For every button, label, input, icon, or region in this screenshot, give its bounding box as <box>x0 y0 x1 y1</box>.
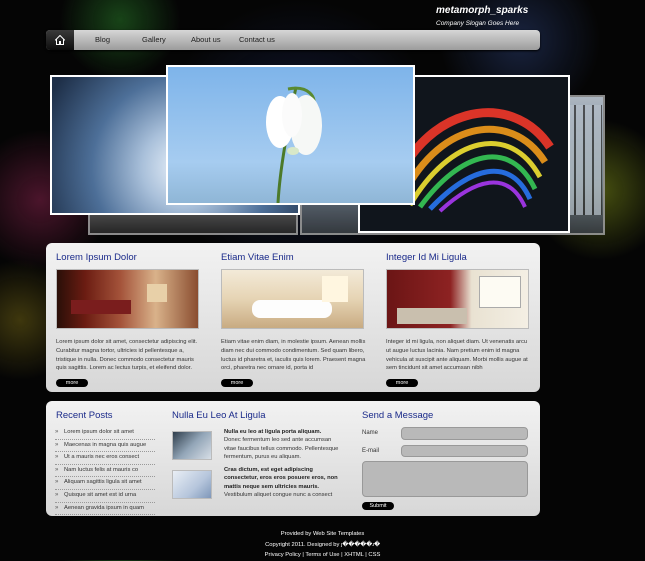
feature-title: Etiam Vitae Enim <box>221 252 294 263</box>
xhtml-link[interactable]: XHTML <box>344 552 363 558</box>
recent-posts-title: Recent Posts <box>56 410 113 421</box>
name-label: Name <box>362 430 379 436</box>
privacy-policy-link[interactable]: Privacy Policy <box>265 552 301 558</box>
news-thumbnail-1 <box>172 431 212 460</box>
footer: Provided by Web Site Templates Copyright… <box>0 529 645 561</box>
more-button[interactable]: more <box>56 379 88 387</box>
feature-image-white-dining-room <box>221 269 364 329</box>
footer-copyright: Copyright 2011. Designed by ȷ�����ɹ� <box>265 541 380 548</box>
news-item-1-text: Donec fermentum leo sed ante accumsan vi… <box>224 437 339 461</box>
more-button[interactable]: more <box>386 379 418 387</box>
contact-title: Send a Message <box>362 410 434 421</box>
email-field[interactable] <box>401 445 528 457</box>
email-label: E-mail <box>362 448 380 454</box>
slide-snowdrop-flower <box>166 65 415 205</box>
footer-credit: Provided by Web Site Templates <box>280 531 365 537</box>
recent-post-link[interactable]: Nam luctus felis at mauris co <box>55 465 155 478</box>
recent-post-link[interactable]: Maecenas in magna quis augue <box>55 440 155 453</box>
news-thumbnail-2 <box>172 470 212 499</box>
recent-post-link[interactable]: Quisque sit amet est id urna <box>55 490 155 503</box>
news-item-2: Cras dictum, est eget adipiscing consect… <box>224 466 339 500</box>
more-button[interactable]: more <box>221 379 253 387</box>
news-item-2-text: Vestibulum aliquet congue nunc a consect <box>224 492 333 499</box>
feature-title: Lorem Ipsum Dolor <box>56 252 137 263</box>
news-item-1-headline: Nulla eu leo at ligula porta aliquam. <box>224 429 322 435</box>
footer-links: Privacy Policy | Terms of Use | XHTML | … <box>264 552 381 558</box>
feature-text: Integer id mi ligula, non aliquet diam. … <box>386 339 528 372</box>
recent-post-link[interactable]: Aenean gravida ipsum in quam <box>55 503 155 516</box>
feature-image-living-room <box>56 269 199 329</box>
message-field[interactable] <box>362 461 528 497</box>
recent-post-link[interactable]: Aliquam sagittis ligula sit amet <box>55 477 155 490</box>
feature-image-red-living-room <box>386 269 529 329</box>
news-title: Nulla Eu Leo At Ligula <box>172 410 266 421</box>
feature-title: Integer Id Mi Ligula <box>386 252 467 263</box>
recent-post-link[interactable]: Ut a mauris nec eros consect <box>55 452 155 465</box>
image-slider <box>0 0 645 245</box>
submit-button[interactable]: Submit <box>362 502 394 510</box>
news-item-1: Nulla eu leo at ligula porta aliquam. Do… <box>224 428 339 462</box>
terms-of-use-link[interactable]: Terms of Use <box>305 552 339 558</box>
recent-post-link[interactable]: Lorem ipsum dolor sit amet <box>55 427 155 440</box>
feature-text: Lorem ipsum dolor sit amet, consectetur … <box>56 339 198 372</box>
news-item-2-headline: Cras dictum, est eget adipiscing consect… <box>224 467 338 490</box>
feature-text: Etiam vitae enim diam, in molestie ipsum… <box>221 339 366 372</box>
name-field[interactable] <box>401 427 528 440</box>
css-link[interactable]: CSS <box>368 552 380 558</box>
